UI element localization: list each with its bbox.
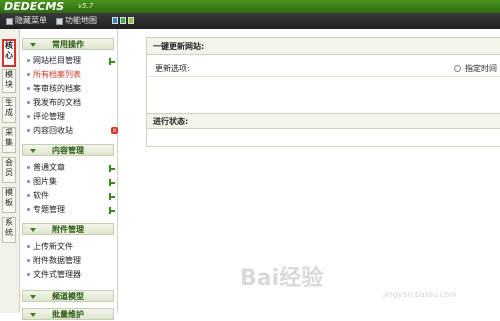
hide-menu-button[interactable]: 隐藏菜单 <box>6 13 47 29</box>
menu-item-upload-file[interactable]: 上传新文件 <box>27 241 73 253</box>
vtab-label: 会员 <box>5 158 13 177</box>
bullet-icon <box>27 245 30 248</box>
menu-item-label: 我发布的文档 <box>33 98 81 107</box>
side-menu: 常用操作 网站栏目管理 所有档案列表 等审核的档案 我发布的文档 评论管理 内容… <box>20 29 118 320</box>
menu-item-topics[interactable]: 专题管理 <box>27 204 65 216</box>
collapse-icon <box>30 295 36 299</box>
menu-item-software[interactable]: 软件 <box>27 190 49 202</box>
menu-item-label: 文件式管理器 <box>33 270 81 279</box>
menu-section-channel-models[interactable]: 频道模型 <box>22 290 114 302</box>
bullet-icon <box>27 101 30 104</box>
bullet-icon <box>27 59 30 62</box>
add-icon[interactable] <box>109 207 115 214</box>
section-title: 批量维护 <box>52 310 84 319</box>
menu-item-label: 上传新文件 <box>33 242 73 251</box>
vtab-member[interactable]: 会员 <box>2 157 16 183</box>
menu-item-all-archives[interactable]: 所有档案列表 <box>27 69 81 81</box>
bullet-icon <box>27 259 30 262</box>
vtab-module[interactable]: 模块 <box>2 69 16 93</box>
menu-item-label: 所有档案列表 <box>33 70 81 79</box>
update-option-label: 更新选项: <box>155 64 190 73</box>
function-map-label: 功能地图 <box>65 16 97 25</box>
menu-item-articles[interactable]: 普通文章 <box>27 162 65 174</box>
panel-title: 一键更新网站: <box>147 38 500 55</box>
vtab-generate[interactable]: 生成 <box>2 97 16 123</box>
menu-section-common[interactable]: 常用操作 <box>22 38 114 50</box>
menu-item-recycle-bin[interactable]: 内容回收站 <box>27 125 73 137</box>
vtab-label: 采集 <box>5 128 13 147</box>
vtab-label: 系统 <box>5 218 13 237</box>
menu-section-content[interactable]: 内容管理 <box>22 144 114 156</box>
vtab-label: 模块 <box>5 70 13 89</box>
add-icon[interactable] <box>109 179 115 186</box>
theme-swatch-green[interactable] <box>120 17 126 24</box>
menu-item-attachment-data[interactable]: 附件数据管理 <box>27 255 81 267</box>
menu-item-label: 评论管理 <box>33 112 65 121</box>
menu-item-label: 专题管理 <box>33 205 65 214</box>
bullet-icon <box>27 73 30 76</box>
menu-item-label: 内容回收站 <box>33 126 73 135</box>
clear-bin-icon[interactable]: x <box>111 127 118 134</box>
add-icon[interactable] <box>109 165 115 172</box>
collapse-icon <box>30 228 36 232</box>
bullet-icon <box>27 273 30 276</box>
update-option-row: 更新选项: 指定时间 <box>147 62 500 77</box>
theme-swatch-lime[interactable] <box>128 17 134 24</box>
theme-swatch-blue[interactable] <box>112 17 118 24</box>
collapse-icon <box>30 149 36 153</box>
dedecms-logo: DEDECMS <box>4 0 65 13</box>
section-title: 常用操作 <box>52 40 84 49</box>
map-icon <box>56 17 63 25</box>
collapse-icon <box>30 313 36 317</box>
version-label: v5.7 <box>78 2 94 10</box>
status-row: 进行状态: <box>147 113 500 129</box>
add-icon[interactable] <box>109 193 115 200</box>
bullet-icon <box>27 208 30 211</box>
update-site-panel: 一键更新网站: 更新选项: 指定时间 进行状态: <box>146 37 500 147</box>
menu-section-batch-maintenance[interactable]: 批量维护 <box>22 308 114 320</box>
section-title: 内容管理 <box>52 146 84 155</box>
menu-item-image-sets[interactable]: 图片集 <box>27 176 57 188</box>
vtab-label: 核心 <box>5 41 13 60</box>
menu-item-label: 附件数据管理 <box>33 256 81 265</box>
vtab-label: 模板 <box>5 188 13 207</box>
vtab-collect[interactable]: 采集 <box>2 127 16 153</box>
specified-time-radio[interactable] <box>454 65 461 72</box>
menu-item-file-manager[interactable]: 文件式管理器 <box>27 269 81 281</box>
menu-item-label: 普通文章 <box>33 163 65 172</box>
hide-menu-label: 隐藏菜单 <box>15 16 47 25</box>
add-icon[interactable] <box>109 58 115 65</box>
menu-item-label: 软件 <box>33 191 49 200</box>
bullet-icon <box>27 180 30 183</box>
bullet-icon <box>27 115 30 118</box>
function-map-button[interactable]: 功能地图 <box>56 13 97 29</box>
vertical-tab-bar: 核心 模块 生成 采集 会员 模板 系统 <box>0 29 20 313</box>
menu-item-label: 网站栏目管理 <box>33 56 81 65</box>
menu-item-comments[interactable]: 评论管理 <box>27 111 65 123</box>
bullet-icon <box>27 87 30 90</box>
baidu-watermark-url: jingyan.baidu.com <box>383 290 457 299</box>
menu-item-column-manage[interactable]: 网站栏目管理 <box>27 55 81 67</box>
bullet-icon <box>27 166 30 169</box>
app-header: DEDECMS v5.7 <box>0 0 500 13</box>
menu-item-label: 等审核的档案 <box>33 84 81 93</box>
section-title: 频道模型 <box>52 292 84 301</box>
vtab-core[interactable]: 核心 <box>2 39 16 67</box>
bullet-icon <box>27 194 30 197</box>
top-toolbar: 隐藏菜单 功能地图 <box>0 13 500 29</box>
specified-time-label: 指定时间 <box>465 64 497 73</box>
menu-section-attachments[interactable]: 附件管理 <box>22 223 114 235</box>
collapse-icon <box>30 43 36 47</box>
menu-icon <box>6 17 13 25</box>
bullet-icon <box>27 129 30 132</box>
section-title: 附件管理 <box>52 225 84 234</box>
menu-item-my-documents[interactable]: 我发布的文档 <box>27 97 81 109</box>
baidu-watermark: Bai经验 <box>240 266 324 291</box>
vtab-system[interactable]: 系统 <box>2 217 16 243</box>
menu-item-pending-archives[interactable]: 等审核的档案 <box>27 83 81 95</box>
menu-item-label: 图片集 <box>33 177 57 186</box>
vtab-template[interactable]: 模板 <box>2 187 16 213</box>
vtab-label: 生成 <box>5 98 13 117</box>
